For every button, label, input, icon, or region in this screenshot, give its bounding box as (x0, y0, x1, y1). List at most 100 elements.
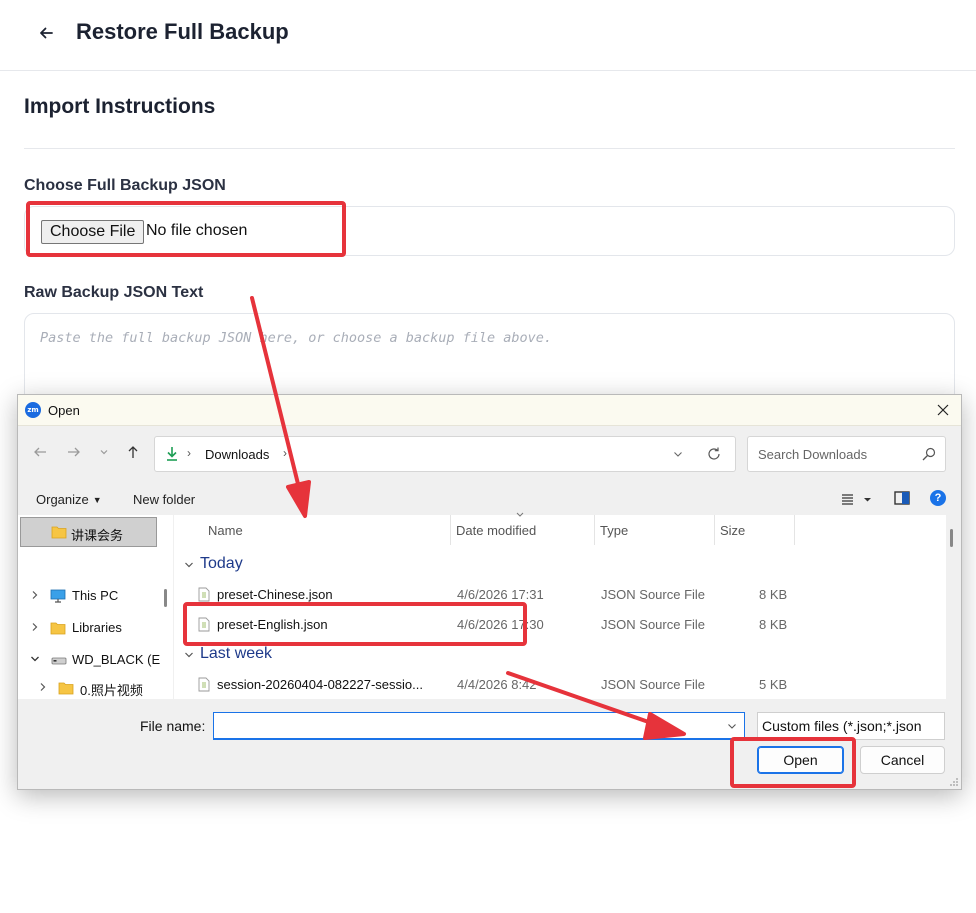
dialog-titlebar: zm Open (18, 395, 961, 426)
organize-label: Organize (36, 492, 89, 507)
nav-item-libraries[interactable]: Libraries (30, 618, 160, 640)
chevron-down-icon (185, 652, 193, 658)
search-box (747, 436, 946, 472)
page-title: Restore Full Backup (76, 19, 289, 44)
file-size: 8 KB (759, 617, 788, 632)
file-date: 4/6/2026 17:31 (457, 587, 544, 602)
chevron-right-icon[interactable]: › (283, 446, 287, 460)
search-input[interactable] (748, 437, 918, 471)
annotation-highlight-open-button (730, 737, 856, 788)
resize-grip-icon[interactable] (949, 777, 959, 787)
file-type: JSON Source File (601, 587, 706, 602)
nav-item-label: This PC (72, 588, 119, 603)
list-view-icon (842, 494, 871, 505)
nav-item-label: Libraries (72, 620, 122, 635)
organize-menu[interactable]: Organize ▼ (36, 492, 102, 507)
column-header-size[interactable]: Size (720, 523, 745, 538)
column-header-date[interactable]: Date modified (456, 523, 536, 538)
nav-item-label: 讲课会务 (71, 528, 124, 543)
file-name-input[interactable] (214, 713, 744, 738)
file-list-scrollbar[interactable] (950, 529, 953, 547)
column-separator[interactable] (450, 515, 451, 545)
nav-item-label: WD_BLACK (E (72, 652, 161, 667)
back-nav-button[interactable] (31, 443, 49, 461)
arrow-left-icon (40, 27, 53, 39)
file-name: session-20260404-082227-sessio... (217, 677, 423, 692)
arrow-right-icon (68, 447, 80, 457)
computer-icon (50, 589, 66, 603)
file-name: preset-Chinese.json (217, 587, 333, 602)
chevron-down-icon (185, 562, 193, 568)
arrow-left-icon (34, 447, 46, 457)
zoom-app-icon: zm (25, 402, 41, 418)
navigation-pane: 讲课会务 This PC Libraries WD_BLACK (E 0.照片视… (18, 515, 173, 699)
nav-scrollbar[interactable] (164, 589, 167, 607)
download-icon (167, 447, 177, 461)
raw-json-textarea[interactable] (25, 314, 954, 402)
group-heading-label: Today (200, 555, 243, 572)
column-separator[interactable] (714, 515, 715, 545)
new-folder-button[interactable]: New folder (133, 492, 195, 507)
folder-icon (50, 622, 66, 635)
dialog-title: Open (48, 403, 80, 418)
chevron-right-icon (40, 683, 46, 691)
folder-icon (58, 682, 74, 695)
file-type-filter-select[interactable]: Custom files (*.json;*.json (757, 712, 945, 740)
file-type: JSON Source File (601, 617, 706, 632)
forward-nav-button[interactable] (65, 443, 83, 461)
dialog-close-button[interactable] (931, 399, 955, 421)
open-file-dialog: zm Open › Downloads › Search Downloads O… (17, 394, 962, 790)
cancel-button[interactable]: Cancel (860, 746, 945, 774)
section-title: Import Instructions (24, 95, 216, 118)
search-icon (922, 447, 936, 461)
file-name-label: File name: (140, 718, 206, 734)
chevron-right-icon (32, 591, 38, 599)
back-button[interactable] (32, 20, 60, 46)
group-heading-label: Last week (200, 645, 273, 662)
raw-json-label: Raw Backup JSON Text (24, 284, 204, 301)
file-row[interactable]: session-20260404-082227-sessio... 4/4/20… (184, 672, 934, 698)
annotation-highlight-preset-english (183, 602, 527, 646)
refresh-icon[interactable] (706, 446, 722, 462)
address-path[interactable]: Downloads (205, 447, 269, 462)
chevron-down-icon (31, 656, 39, 662)
page-header: Restore Full Backup (0, 0, 976, 71)
up-nav-button[interactable] (124, 443, 142, 461)
column-separator[interactable] (594, 515, 595, 545)
view-options-button[interactable] (840, 490, 876, 508)
preview-pane-icon (894, 491, 910, 505)
file-name-box (213, 712, 745, 740)
recent-locations-button[interactable] (95, 443, 113, 461)
folder-icon (51, 526, 67, 539)
column-header-type[interactable]: Type (600, 523, 628, 538)
file-size: 8 KB (759, 587, 788, 602)
annotation-highlight-choose-file (26, 201, 346, 257)
nav-item-label: 0.照片视频 (80, 683, 143, 698)
file-size: 5 KB (759, 677, 788, 692)
chevron-down-icon[interactable] (671, 447, 685, 461)
file-type: JSON Source File (601, 677, 706, 692)
nav-item-photo-video-folder[interactable]: 0.照片视频 (38, 678, 163, 700)
sort-caret-icon (516, 512, 524, 517)
choose-file-label: Choose Full Backup JSON (24, 177, 226, 194)
column-header-name[interactable]: Name (208, 523, 243, 538)
chevron-right-icon: › (187, 446, 191, 460)
chevron-right-icon (32, 623, 38, 631)
file-date: 4/4/2026 8:42 (457, 677, 537, 692)
caret-down-icon: ▼ (92, 495, 102, 505)
chevron-down-icon[interactable] (726, 720, 738, 732)
nav-item-wd-black-drive[interactable]: WD_BLACK (E (30, 650, 160, 672)
arrow-up-icon (128, 446, 138, 458)
address-bar[interactable]: › Downloads › (154, 436, 736, 472)
divider (24, 148, 955, 149)
drive-icon (51, 657, 67, 665)
raw-json-box (24, 313, 955, 403)
column-separator[interactable] (794, 515, 795, 545)
nav-item-this-pc[interactable]: This PC (30, 586, 160, 608)
help-icon[interactable]: ? (930, 490, 946, 506)
file-type-filter-value: Custom files (*.json;*.json (762, 718, 922, 734)
close-icon (937, 404, 949, 416)
json-file-icon (198, 587, 210, 602)
preview-pane-button[interactable] (894, 491, 910, 505)
nav-item-pinned-folder[interactable]: 讲课会务 (20, 517, 157, 547)
